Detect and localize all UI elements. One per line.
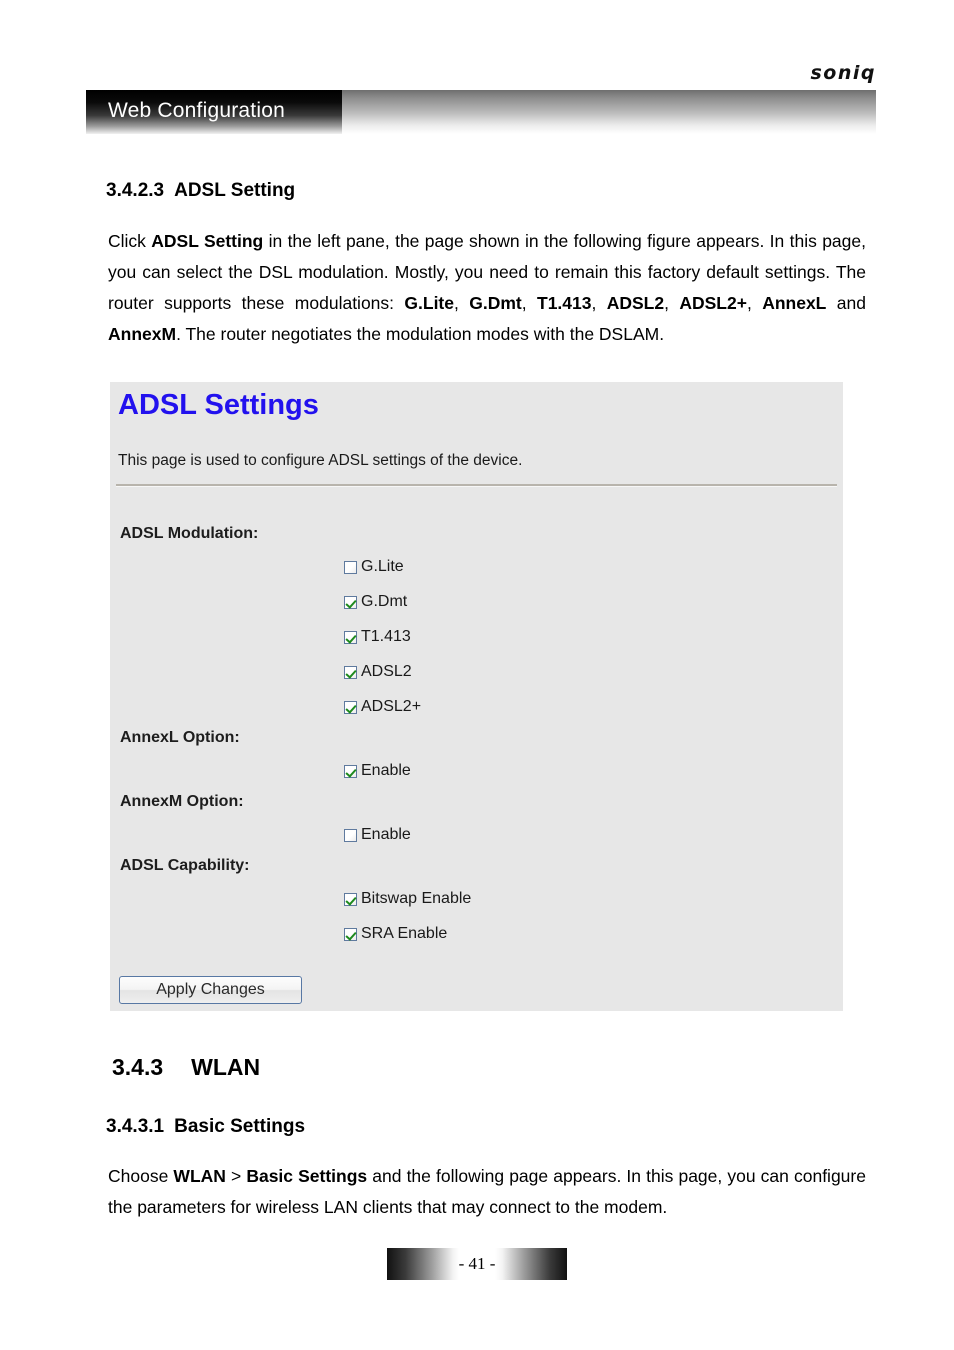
checkbox-row[interactable]: Bitswap Enable <box>344 890 471 908</box>
banner-gradient-left: Web Configuration <box>86 90 342 134</box>
checkbox-label: Bitswap Enable <box>361 890 472 907</box>
checkbox-label: ADSL2+ <box>361 698 422 715</box>
section-label: ADSL Modulation: <box>120 525 259 542</box>
checkbox-row[interactable]: SRA Enable <box>344 925 447 943</box>
checkbox-checked-icon[interactable] <box>344 700 357 714</box>
heading-adsl-setting: 3.4.2.3 ADSL Setting <box>106 180 295 202</box>
checkbox-row[interactable]: Enable <box>344 826 411 844</box>
checkbox-checked-icon[interactable] <box>344 892 357 906</box>
checkbox-label: G.Dmt <box>361 593 408 610</box>
checkbox-row[interactable]: G.Dmt <box>344 593 407 611</box>
checkbox-label: SRA Enable <box>361 925 448 942</box>
checkbox-label: T1.413 <box>361 628 411 645</box>
checkbox-checked-icon[interactable] <box>344 595 357 609</box>
checkbox-label: Enable <box>361 826 411 843</box>
figure-description: This page is used to configure ADSL sett… <box>118 452 523 469</box>
figure-title: ADSL Settings <box>118 389 319 421</box>
heading-wlan: 3.4.3 WLAN <box>112 1054 260 1081</box>
checkbox-checked-icon[interactable] <box>344 630 357 644</box>
paragraph-adsl-intro: Click ADSL Setting in the left pane, the… <box>108 231 866 344</box>
heading-adsl-setting-title: ADSL Setting <box>174 180 296 201</box>
checkbox-unchecked-icon[interactable] <box>344 560 357 574</box>
heading-wlan-title: WLAN <box>191 1054 261 1080</box>
checkbox-row[interactable]: G.Lite <box>344 558 404 576</box>
document-page: soniq Web Configuration 3.4.2.3 ADSL Sett… <box>0 0 954 1350</box>
heading-wlan-number: 3.4.3 <box>112 1054 164 1080</box>
page-footer: - 41 - <box>0 1248 954 1280</box>
adsl-settings-figure: ADSL Settings This page is used to confi… <box>110 382 843 1011</box>
paragraph-basic-settings-intro: Choose WLAN > Basic Settings and the fol… <box>108 1166 866 1217</box>
section-label: ADSL Capability: <box>120 857 250 874</box>
heading-basic-settings-number: 3.4.3.1 <box>106 1116 165 1137</box>
checkbox-row[interactable]: ADSL2+ <box>344 698 421 716</box>
section-label: AnnexM Option: <box>120 793 244 810</box>
checkbox-checked-icon[interactable] <box>344 665 357 679</box>
checkbox-checked-icon[interactable] <box>344 764 357 778</box>
banner-gradient-right <box>342 90 876 134</box>
banner-title: Web Configuration <box>108 99 285 122</box>
checkbox-row[interactable]: T1.413 <box>344 628 411 646</box>
soniq-logo: soniq <box>810 62 876 84</box>
checkbox-label: ADSL2 <box>361 663 412 680</box>
checkbox-row[interactable]: ADSL2 <box>344 663 412 681</box>
heading-adsl-setting-number: 3.4.2.3 <box>106 180 165 201</box>
checkbox-row[interactable]: Enable <box>344 762 411 780</box>
page-number: - 41 - <box>458 1254 496 1273</box>
checkbox-unchecked-icon[interactable] <box>344 828 357 842</box>
heading-basic-settings-title: Basic Settings <box>174 1116 306 1137</box>
checkbox-checked-icon[interactable] <box>344 927 357 941</box>
checkbox-label: Enable <box>361 762 411 779</box>
page-header-banner: Web Configuration <box>86 90 876 134</box>
figure-divider <box>116 484 837 487</box>
heading-basic-settings: 3.4.3.1 Basic Settings <box>106 1116 305 1138</box>
apply-changes-button[interactable]: Apply Changes <box>119 976 302 1004</box>
section-label: AnnexL Option: <box>120 729 240 746</box>
checkbox-label: G.Lite <box>361 558 404 575</box>
